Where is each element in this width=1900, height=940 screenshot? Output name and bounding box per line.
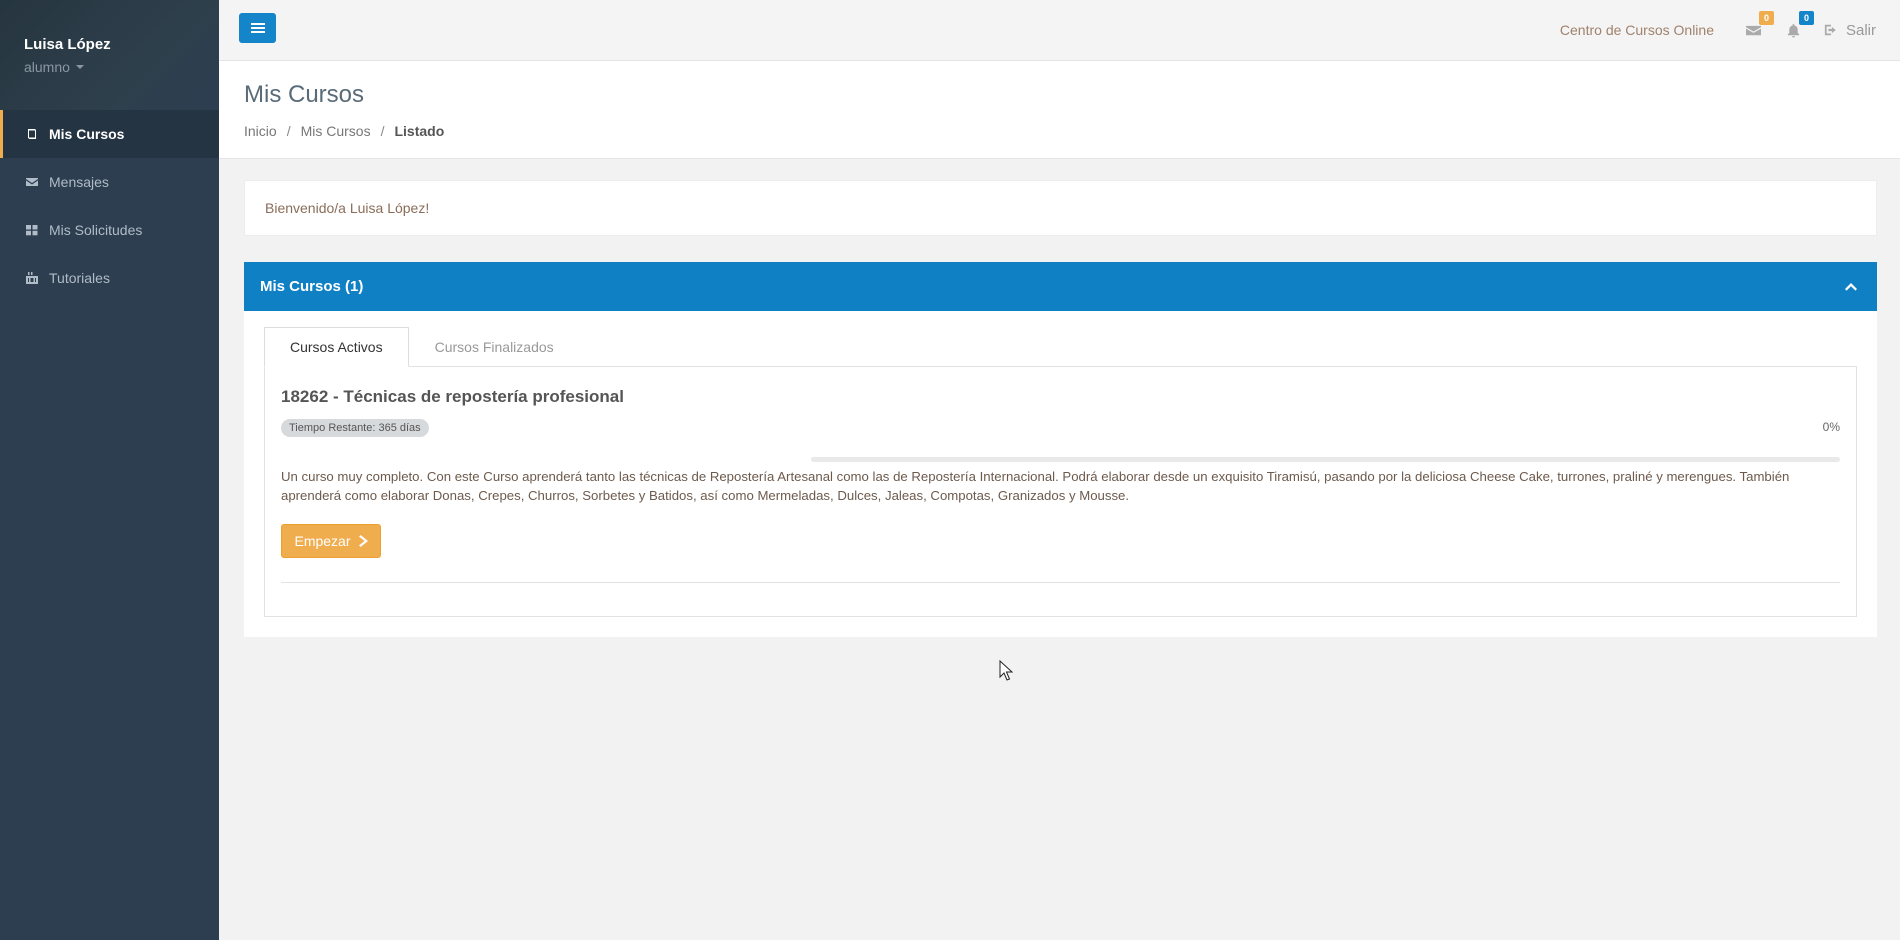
user-role-label: alumno: [24, 59, 70, 75]
sidebar-item-label: Mis Cursos: [49, 126, 125, 142]
progress-bar: [811, 457, 1840, 462]
notifications-badge: 0: [1798, 11, 1814, 25]
breadcrumb-separator: /: [380, 123, 385, 139]
course-tabs: Cursos Activos Cursos Finalizados: [264, 327, 580, 367]
welcome-message: Bienvenido/a Luisa López!: [244, 180, 1877, 236]
grid-icon: [25, 223, 39, 237]
youtube-icon: [25, 271, 39, 285]
envelope-icon: [25, 175, 39, 189]
breadcrumb-mis-cursos[interactable]: Mis Cursos: [301, 123, 371, 139]
breadcrumb-separator: /: [286, 123, 291, 139]
caret-down-icon: [75, 65, 84, 69]
sidebar-item-tutoriales[interactable]: Tutoriales: [0, 254, 219, 302]
user-profile: Luisa López alumno: [0, 0, 219, 110]
notifications-button[interactable]: 0: [1784, 11, 1814, 40]
tab-content: 18262 - Técnicas de repostería profesion…: [264, 366, 1857, 617]
menu-toggle-button[interactable]: [239, 13, 276, 43]
page-header: Mis Cursos Inicio / Mis Cursos / Listado: [219, 61, 1900, 159]
user-role-dropdown[interactable]: alumno: [24, 59, 84, 75]
logout-label: Salir: [1845, 21, 1876, 39]
page-title: Mis Cursos: [244, 81, 365, 108]
hamburger-icon: [250, 23, 265, 33]
user-name: Luisa López: [24, 36, 111, 53]
progress-percentage: 0%: [1822, 420, 1840, 434]
sidebar-item-label: Mis Solicitudes: [49, 222, 143, 238]
breadcrumb-inicio[interactable]: Inicio: [244, 123, 277, 139]
breadcrumb-current: Listado: [394, 123, 445, 139]
divider: [281, 582, 1840, 583]
start-course-button[interactable]: Empezar: [281, 524, 381, 558]
sidebar-item-label: Mensajes: [49, 174, 109, 190]
courses-panel: Mis Cursos (1) Cursos Activos Cursos Fin…: [244, 262, 1877, 637]
top-bar: Centro de Cursos Online 0 0 Salir: [219, 0, 1900, 61]
collapse-toggle-button[interactable]: [1841, 277, 1861, 297]
sidebar-item-mis-solicitudes[interactable]: Mis Solicitudes: [0, 206, 219, 254]
sidebar-nav: Mis Cursos Mensajes Mis Solicitudes Tuto…: [0, 110, 219, 302]
start-button-label: Empezar: [294, 533, 351, 549]
panel-header: Mis Cursos (1): [244, 262, 1877, 311]
mouse-cursor-icon: [999, 660, 1013, 681]
chevron-up-icon: [1845, 282, 1857, 291]
welcome-text: Bienvenido/a Luisa López!: [265, 200, 430, 216]
sidebar-item-mensajes[interactable]: Mensajes: [0, 158, 219, 206]
messages-button[interactable]: 0: [1744, 11, 1774, 40]
top-right-actions: Centro de Cursos Online 0 0 Salir: [1560, 0, 1876, 60]
time-remaining-badge: Tiempo Restante: 365 días: [281, 419, 429, 437]
tab-cursos-finalizados[interactable]: Cursos Finalizados: [409, 327, 580, 367]
book-icon: [25, 127, 39, 141]
site-name: Centro de Cursos Online: [1559, 22, 1714, 38]
sign-out-icon: [1824, 24, 1836, 36]
logout-button[interactable]: Salir: [1824, 22, 1876, 39]
breadcrumb: Inicio / Mis Cursos / Listado: [244, 123, 1900, 139]
course-description: Un curso muy completo. Con este Curso ap…: [281, 469, 1790, 503]
chevron-right-icon: [358, 535, 368, 547]
messages-badge: 0: [1758, 11, 1774, 25]
sidebar-item-label: Tutoriales: [49, 270, 110, 286]
course-title: 18262 - Técnicas de repostería profesion…: [281, 387, 624, 406]
tab-cursos-activos[interactable]: Cursos Activos: [264, 327, 409, 367]
panel-title: Mis Cursos (1): [260, 278, 364, 295]
sidebar-item-mis-cursos[interactable]: Mis Cursos: [0, 110, 219, 158]
sidebar: Luisa López alumno Mis Cursos Mensajes M…: [0, 0, 219, 940]
